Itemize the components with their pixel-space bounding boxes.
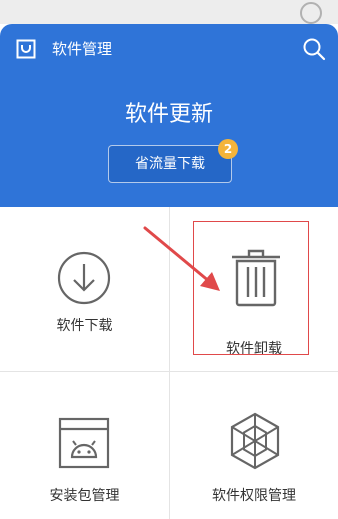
permission-manager-label: 软件权限管理 xyxy=(212,488,296,504)
background-app-icon xyxy=(300,2,322,24)
permission-manager-tile[interactable]: 软件权限管理 xyxy=(170,372,338,519)
android-package-icon xyxy=(58,417,110,469)
annotation-arrow xyxy=(143,226,220,291)
hexagon-permission-icon xyxy=(230,412,280,470)
app-title: 软件管理 xyxy=(52,40,113,58)
search-icon[interactable] xyxy=(302,37,326,61)
background-app-strip xyxy=(0,0,338,24)
header: 软件管理 软件更新 省流量下载 2 xyxy=(0,24,338,207)
trash-icon xyxy=(232,249,280,307)
download-circle-icon xyxy=(57,251,111,305)
software-update-title: 软件更新 xyxy=(124,102,213,127)
save-data-download-button[interactable]: 省流量下载 xyxy=(108,145,232,183)
software-uninstall-label: 软件卸载 xyxy=(226,341,282,357)
package-manager-label: 安装包管理 xyxy=(49,488,120,504)
update-count-badge: 2 xyxy=(218,139,238,159)
software-manager-panel: 软件管理 软件更新 省流量下载 2 软件下载 软件卸载 安装包管理 软件权限管理 xyxy=(0,24,338,519)
shopping-bag-icon xyxy=(16,39,36,59)
software-download-label: 软件下载 xyxy=(56,318,113,334)
package-manager-tile[interactable]: 安装包管理 xyxy=(0,372,169,519)
